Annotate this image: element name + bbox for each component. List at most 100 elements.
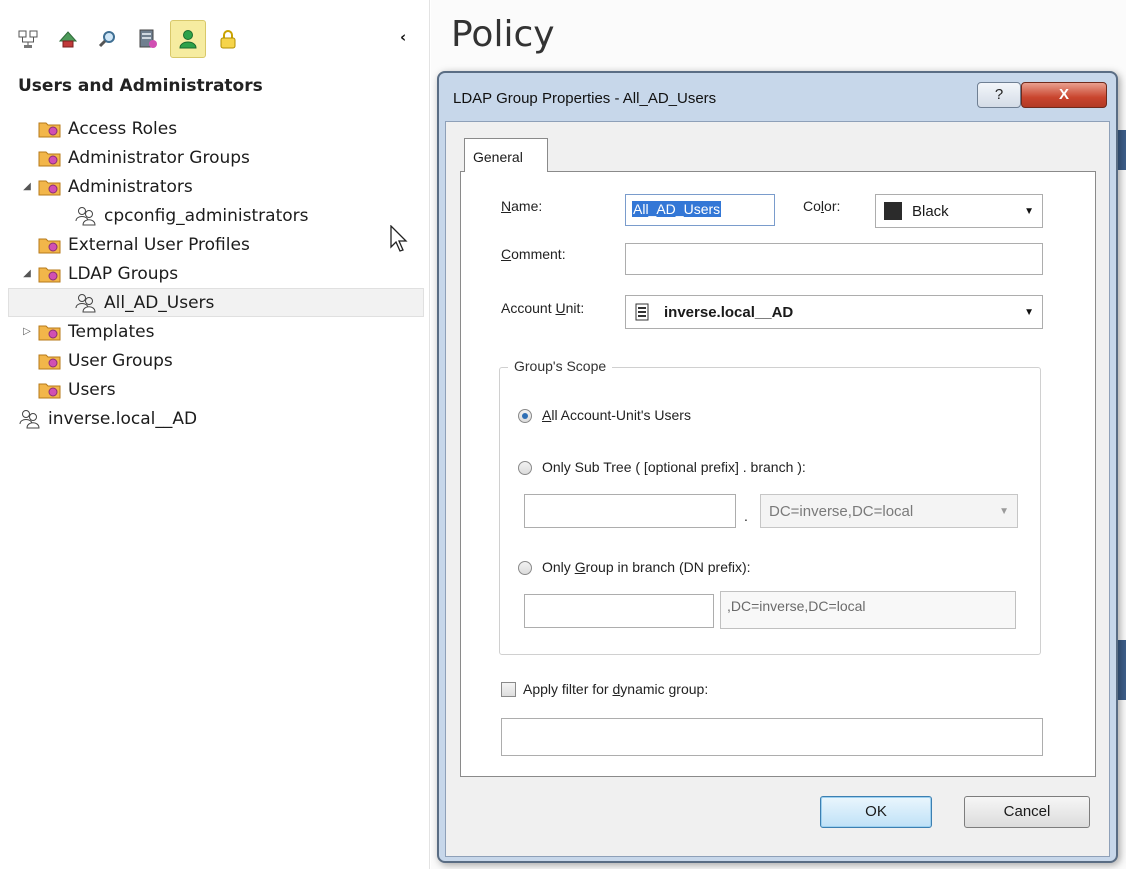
tab-general[interactable]: General [464, 138, 548, 172]
services-icon [58, 31, 78, 48]
resources-icon [139, 29, 157, 48]
sub-tree-branch-select[interactable]: DC=inverse,DC=local ▼ [760, 494, 1018, 528]
general-tab-panel: Name: All_AD_Users Color: Black ▼ Commen… [460, 171, 1096, 777]
tree-item-icon [38, 351, 68, 371]
mouse-cursor-icon [390, 225, 408, 252]
tree-item-label: cpconfig_administrators [104, 205, 309, 226]
tree-item-label: Administrators [68, 176, 193, 197]
user-group-icon [75, 293, 96, 312]
comment-field[interactable] [625, 243, 1043, 275]
network-objects-button[interactable] [10, 20, 46, 58]
all-account-unit-users-radio[interactable] [518, 409, 532, 423]
folder-icon [38, 267, 61, 282]
folder-icon [38, 383, 61, 398]
tree-item-icon [18, 408, 48, 430]
tree-item[interactable]: Users [0, 375, 430, 404]
tree-item-label: Access Roles [68, 118, 178, 139]
user-group-icon [75, 206, 96, 225]
resources-button[interactable] [130, 20, 166, 58]
network-objects-icon [18, 30, 38, 48]
tree-item-icon [38, 380, 68, 400]
folder-icon [38, 354, 61, 369]
lock-button[interactable] [210, 20, 246, 58]
sub-tree-separator: . [744, 508, 748, 524]
folder-icon [38, 238, 61, 253]
only-sub-tree-radio[interactable] [518, 461, 532, 475]
only-group-in-branch-radio[interactable] [518, 561, 532, 575]
objects-tree: Access Roles Administrator Groups ◢ Adminis… [0, 114, 430, 433]
tree-item[interactable]: ◢ Administrators [0, 172, 430, 201]
tree-item-icon [74, 292, 104, 314]
name-label: Name: [501, 198, 543, 214]
chevron-down-icon: ▼ [1024, 306, 1034, 318]
tree-item-label: User Groups [68, 350, 173, 371]
users-icon [179, 30, 197, 49]
search-button[interactable] [90, 20, 126, 58]
tree-item-icon [38, 119, 68, 139]
apply-dynamic-filter-checkbox[interactable] [501, 682, 516, 697]
tree-item-icon [38, 235, 68, 255]
close-button[interactable]: X [1021, 82, 1107, 108]
account-unit-select[interactable]: inverse.local__AD ▼ [625, 295, 1043, 329]
tree-item-label: Templates [68, 321, 155, 342]
tree-item[interactable]: All_AD_Users [8, 288, 424, 317]
users-button[interactable] [170, 20, 206, 58]
object-categories-toolbar [10, 20, 246, 62]
ok-button[interactable]: OK [820, 796, 932, 828]
chevron-down-icon: ▼ [999, 505, 1009, 517]
expand-arrow-icon[interactable]: ▷ [20, 326, 34, 337]
color-select[interactable]: Black ▼ [875, 194, 1043, 228]
help-button[interactable]: ? [977, 82, 1021, 108]
chevron-down-icon: ▼ [1024, 205, 1034, 217]
dialog-title: LDAP Group Properties - All_AD_Users [453, 90, 717, 107]
tree-item-label: All_AD_Users [104, 292, 215, 313]
color-swatch [884, 202, 902, 220]
color-label: Color: [803, 198, 841, 214]
tree-item[interactable]: ▷ Templates [0, 317, 430, 346]
tree-item[interactable]: inverse.local__AD [0, 404, 430, 433]
tree-item-label: LDAP Groups [68, 263, 179, 284]
all-account-unit-users-label: All Account-Unit's Users [542, 407, 691, 423]
account-unit-label: Account Unit: [501, 300, 585, 316]
sub-tree-prefix-field[interactable] [524, 494, 736, 528]
tree-item-label: Administrator Groups [68, 147, 250, 168]
tree-item[interactable]: Administrator Groups [0, 143, 430, 172]
only-group-in-branch-label: Only Group in branch (DN prefix): [542, 559, 751, 575]
folder-icon [38, 325, 61, 340]
tree-item-label: Users [68, 379, 116, 400]
collapse-arrow-icon[interactable]: ◢ [20, 181, 34, 192]
comment-label: Comment: [501, 246, 566, 262]
tree-item-icon [38, 148, 68, 168]
search-icon [98, 31, 115, 48]
page-title: Policy [451, 14, 555, 55]
collapse-arrow-icon[interactable]: ◢ [20, 268, 34, 279]
groups-scope-group: Group's Scope All Account-Unit's Users O… [499, 358, 1041, 655]
lock-icon [220, 30, 236, 49]
dynamic-filter-field[interactable] [501, 718, 1043, 756]
ldap-group-properties-dialog: LDAP Group Properties - All_AD_Users ? X… [437, 71, 1118, 863]
folder-icon [38, 180, 61, 195]
groups-scope-legend: Group's Scope [508, 358, 613, 374]
tree-item[interactable]: Access Roles [0, 114, 430, 143]
tree-item-icon [74, 205, 104, 227]
folder-icon [38, 151, 61, 166]
cancel-button[interactable]: Cancel [964, 796, 1090, 828]
dialog-body: General Name: All_AD_Users Color: Black … [445, 121, 1110, 857]
tree-item[interactable]: External User Profiles [0, 230, 430, 259]
folder-icon [38, 122, 61, 137]
dn-prefix-field[interactable] [524, 594, 714, 628]
tree-title: Users and Administrators [18, 76, 263, 96]
collapse-panel-button[interactable]: ‹ [400, 28, 414, 48]
tree-item-icon [38, 264, 68, 284]
services-button[interactable] [50, 20, 86, 58]
tree-item[interactable]: ◢ LDAP Groups [0, 259, 430, 288]
tree-item[interactable]: User Groups [0, 346, 430, 375]
user-group-icon [19, 409, 40, 428]
tree-item[interactable]: cpconfig_administrators [0, 201, 430, 230]
tree-item-label: inverse.local__AD [48, 408, 198, 429]
dn-suffix-field: ,DC=inverse,DC=local [720, 591, 1016, 629]
tree-item-icon [38, 322, 68, 342]
server-icon [635, 303, 649, 321]
tree-item-icon [38, 177, 68, 197]
name-field[interactable]: All_AD_Users [625, 194, 775, 226]
